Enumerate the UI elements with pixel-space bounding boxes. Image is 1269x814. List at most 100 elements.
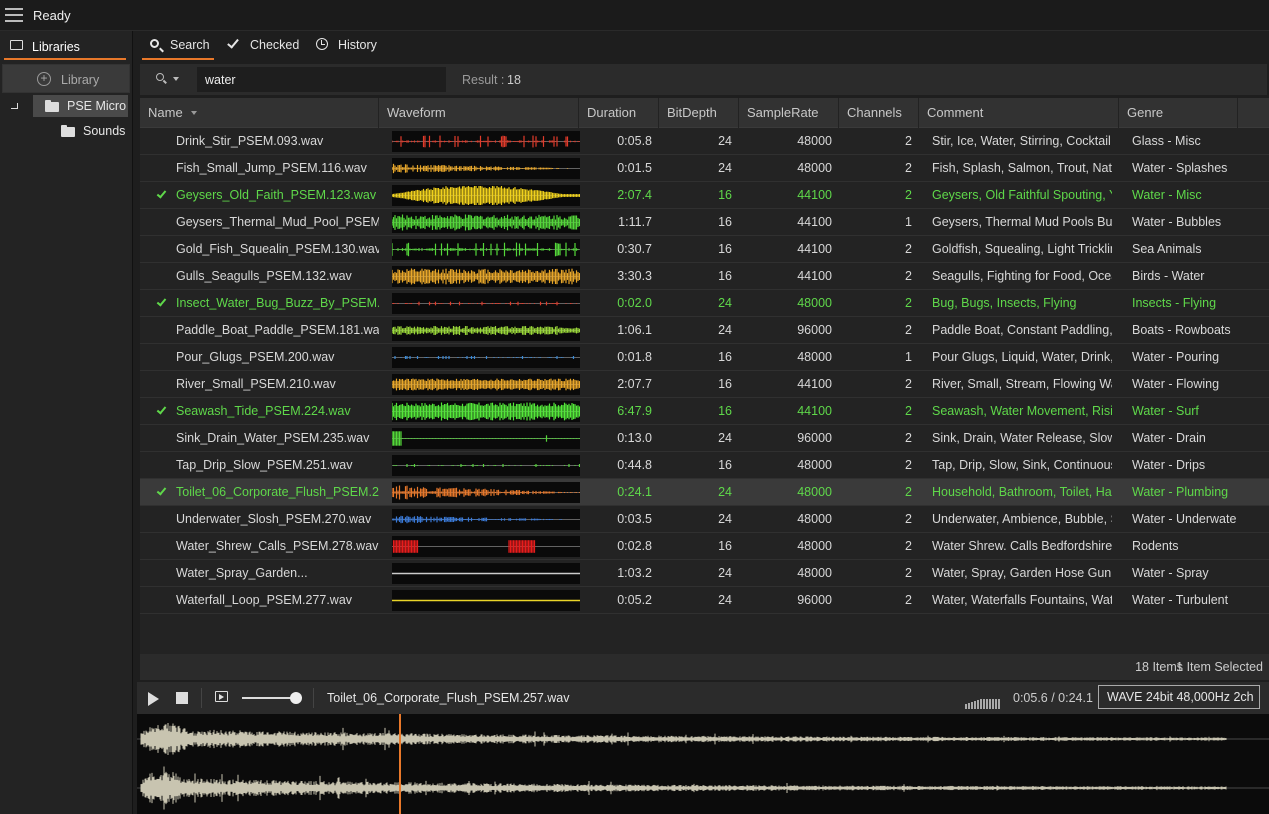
waveform-thumbnail [392, 242, 580, 257]
cell-bitdepth: 24 [718, 161, 732, 175]
tab-search[interactable]: Search [142, 35, 214, 60]
chevron-down-icon[interactable] [173, 77, 179, 81]
table-row[interactable]: Fish_Small_Jump_PSEM.116.wav 0:01.5 24 4800… [140, 155, 1269, 182]
cell-comment: Tap, Drip, Slow, Sink, Continuous [932, 458, 1112, 472]
tree-item-label: PSE Micro [67, 99, 127, 113]
cell-samplerate: 48000 [797, 458, 832, 472]
column-header-label: Name [148, 105, 183, 120]
table-row[interactable]: Water_Shrew_Calls_PSEM.278.wav 0:02.8 16 48… [140, 533, 1269, 560]
autoplay-icon[interactable] [215, 691, 228, 702]
cell-genre: Water - Surf [1132, 404, 1199, 418]
table-row[interactable]: Toilet_06_Corporate_Flush_PSEM.257.... 0:… [140, 479, 1269, 506]
volume-slider[interactable] [242, 697, 296, 699]
tab-history[interactable]: History [314, 35, 384, 60]
tab-checked[interactable]: Checked [224, 35, 304, 60]
column-header-label: BitDepth [667, 105, 717, 120]
tab-libraries[interactable]: Libraries [4, 34, 126, 60]
waveform-display[interactable] [137, 714, 1269, 814]
cell-channels: 2 [905, 269, 912, 283]
cell-genre: Boats - Rowboats [1132, 323, 1231, 337]
cell-genre: Water - Spray [1132, 566, 1209, 580]
play-icon[interactable] [148, 692, 159, 706]
search-options-icon[interactable] [156, 73, 164, 81]
cell-duration: 3:30.3 [617, 269, 652, 283]
volume-slider-handle[interactable] [290, 692, 302, 704]
cell-waveform [392, 158, 580, 179]
cell-waveform [392, 428, 580, 449]
column-header-label: Duration [587, 105, 637, 120]
cell-samplerate: 48000 [797, 161, 832, 175]
playback-time: 0:05.6 / 0:24.1 [1013, 691, 1093, 705]
search-bar: Result : 18 [140, 64, 1267, 95]
search-input[interactable] [197, 67, 446, 92]
cell-bitdepth: 24 [718, 296, 732, 310]
column-header-samplerate[interactable]: SampleRate [739, 98, 839, 128]
cell-bitdepth: 24 [718, 512, 732, 526]
table-row[interactable]: Pour_Glugs_PSEM.200.wav 0:01.8 16 48000 1 Pou… [140, 344, 1269, 371]
column-header-duration[interactable]: Duration [579, 98, 659, 128]
column-header-comment[interactable]: Comment [919, 98, 1119, 128]
table-row[interactable]: Sink_Drain_Water_PSEM.235.wav 0:13.0 24 960… [140, 425, 1269, 452]
tree-item-sounds[interactable]: Sounds [55, 120, 130, 142]
table-row[interactable]: Gulls_Seagulls_PSEM.132.wav 3:30.3 16 44100… [140, 263, 1269, 290]
cell-bitdepth: 16 [718, 242, 732, 256]
table-row[interactable]: Insect_Water_Bug_Buzz_By_PSEM.15... 0:02.… [140, 290, 1269, 317]
table-row[interactable]: Water_Spray_Garden... 1:03.2 24 48000 2 Water… [140, 560, 1269, 587]
column-header-name[interactable]: Name [140, 98, 379, 128]
tree-item-pse-micro[interactable]: PSE Micro [33, 95, 128, 117]
table-row[interactable]: Tap_Drip_Slow_PSEM.251.wav 0:44.8 16 48000 2… [140, 452, 1269, 479]
waveform-thumbnail [392, 402, 580, 421]
check-cell [156, 290, 168, 316]
cell-waveform [392, 374, 580, 395]
add-library-button[interactable]: + Library [2, 64, 130, 93]
table-row[interactable]: Paddle_Boat_Paddle_PSEM.181.wav 1:06.1 24 9… [140, 317, 1269, 344]
cell-channels: 2 [905, 512, 912, 526]
table-row[interactable]: Seawash_Tide_PSEM.224.wav 6:47.9 16 44100 2 S… [140, 398, 1269, 425]
level-meter-icon [965, 695, 1003, 709]
stop-icon[interactable] [176, 692, 188, 704]
table-row[interactable]: Geysers_Thermal_Mud_Pool_PSEM.1... 1:11.7… [140, 209, 1269, 236]
cell-genre: Water - Drips [1132, 458, 1206, 472]
waveform-svg[interactable] [137, 714, 1269, 814]
menu-icon[interactable] [5, 8, 23, 22]
column-header-bitdepth[interactable]: BitDepth [659, 98, 739, 128]
cell-channels: 2 [905, 593, 912, 607]
cell-duration: 0:13.0 [617, 431, 652, 445]
cell-genre: Water - Plumbing [1132, 485, 1229, 499]
cell-bitdepth: 24 [718, 485, 732, 499]
cell-samplerate: 48000 [797, 296, 832, 310]
check-cell [156, 344, 168, 370]
cell-name: Sink_Drain_Water_PSEM.235.wav [176, 431, 370, 445]
table-row[interactable]: River_Small_PSEM.210.wav 2:07.7 16 44100 2 Ri… [140, 371, 1269, 398]
cell-waveform [392, 266, 580, 287]
waveform-thumbnail [392, 214, 580, 231]
table-row[interactable]: Underwater_Slosh_PSEM.270.wav 0:03.5 24 480… [140, 506, 1269, 533]
table-row[interactable]: Gold_Fish_Squealin_PSEM.130.wav 0:30.7 16 4… [140, 236, 1269, 263]
check-cell [156, 263, 168, 289]
table-row[interactable]: Drink_Stir_PSEM.093.wav 0:05.8 24 48000 2 Sti… [140, 128, 1269, 155]
cell-name: Paddle_Boat_Paddle_PSEM.181.wav [176, 323, 379, 337]
tab-libraries-label: Libraries [32, 40, 80, 54]
column-header-channels[interactable]: Channels [839, 98, 919, 128]
cell-genre: Rodents [1132, 539, 1179, 553]
cell-name: Waterfall_Loop_PSEM.277.wav [176, 593, 353, 607]
tree-expand-icon[interactable] [11, 103, 18, 109]
table-status-bar: 18 Items 1 Item Selected [140, 654, 1269, 680]
title-bar: Ready [0, 0, 1269, 31]
table-row[interactable]: Geysers_Old_Faith_PSEM.123.wav 2:07.4 16 44… [140, 182, 1269, 209]
cell-duration: 6:47.9 [617, 404, 652, 418]
cell-genre: Water - Pouring [1132, 350, 1220, 364]
cell-channels: 2 [905, 242, 912, 256]
tab-history-label: History [338, 38, 377, 52]
cell-channels: 2 [905, 161, 912, 175]
cell-name: Water_Shrew_Calls_PSEM.278.wav [176, 539, 379, 553]
column-header-genre[interactable]: Genre [1119, 98, 1238, 128]
cell-waveform [392, 536, 580, 557]
cell-duration: 2:07.7 [617, 377, 652, 391]
result-label: Result : [462, 73, 505, 87]
cell-name: Toilet_06_Corporate_Flush_PSEM.257.... [176, 485, 379, 499]
cell-bitdepth: 24 [718, 593, 732, 607]
table-row[interactable]: Waterfall_Loop_PSEM.277.wav 0:05.2 24 96000… [140, 587, 1269, 614]
cell-bitdepth: 16 [718, 458, 732, 472]
column-header-waveform[interactable]: Waveform [379, 98, 579, 128]
